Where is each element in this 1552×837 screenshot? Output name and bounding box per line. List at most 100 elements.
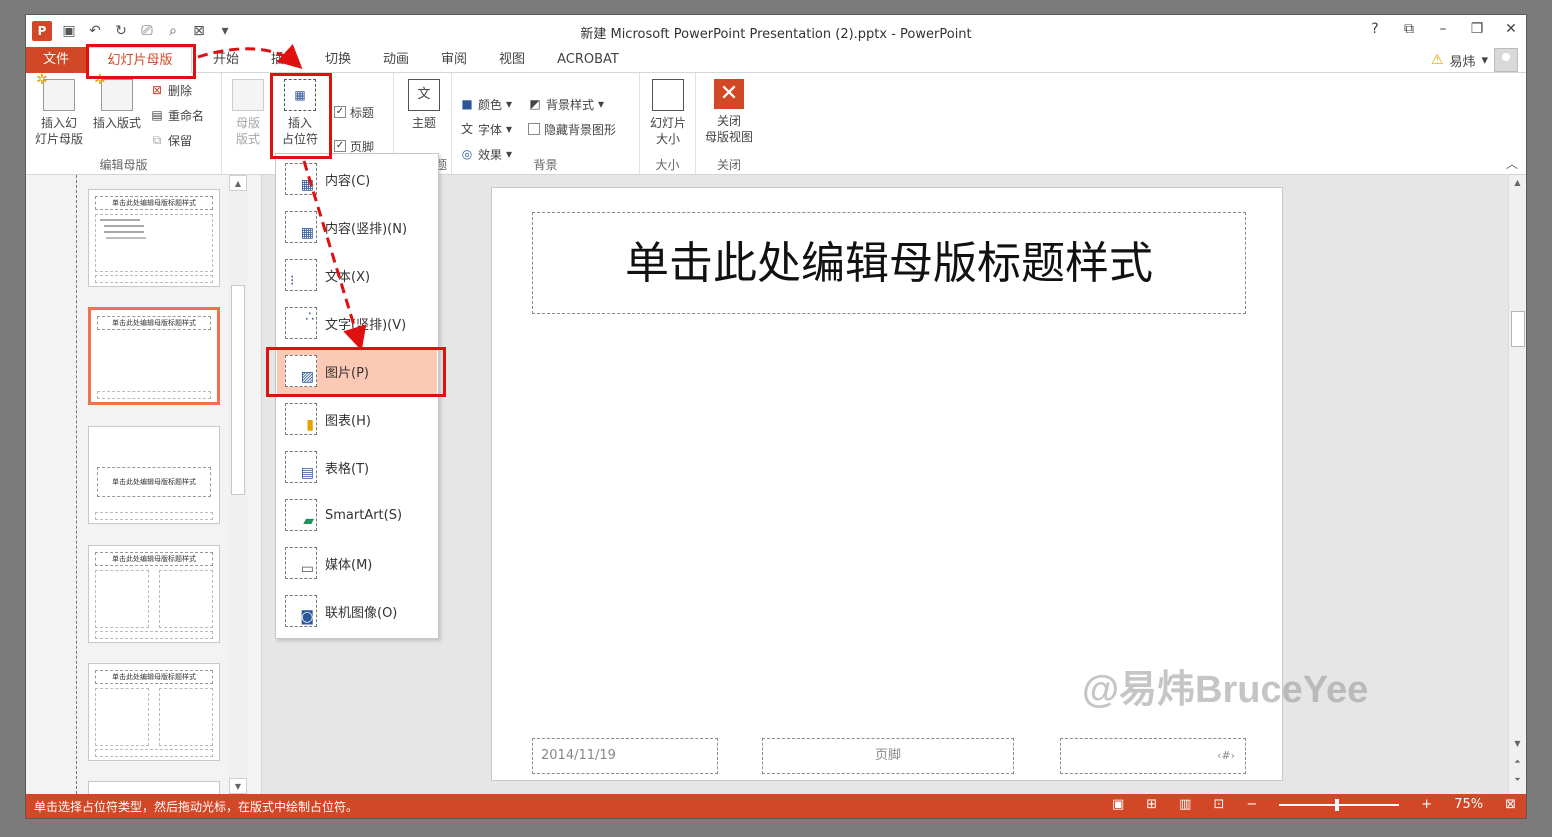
fonts-icon: 文 <box>460 122 473 136</box>
tab-review[interactable]: 审阅 <box>432 47 476 73</box>
menu-item-picture[interactable]: ▨ 图片(P) <box>277 348 437 394</box>
colors-icon: ■ <box>461 97 473 111</box>
close-window-button[interactable]: ✕ <box>1504 21 1518 37</box>
close-master-view-button[interactable]: ✕ 关闭 母版视图 <box>700 79 758 145</box>
restore-button[interactable]: ❐ <box>1470 21 1484 37</box>
fonts-button[interactable]: 文 字体 ▾ <box>460 120 512 138</box>
status-hint: 单击选择占位符类型，然后拖动光标，在版式中绘制占位符。 <box>34 800 359 814</box>
menu-item-text-vertical[interactable]: ∴ 文字(竖排)(V) <box>277 300 437 346</box>
user-name: 易炜 <box>1449 54 1476 70</box>
zoom-slider[interactable] <box>1279 798 1400 811</box>
status-controls: ▣ ⊞ ▥ ⊡ − + 75% ⊠ <box>1112 797 1516 812</box>
tab-insert[interactable]: 插入 <box>262 47 306 73</box>
user-account[interactable]: ⚠ 易炜 ▾ <box>1431 47 1518 73</box>
check-icon: ✓ <box>334 106 346 118</box>
zoom-in-icon[interactable]: + <box>1421 797 1432 812</box>
background-styles-icon: ◩ <box>529 97 541 111</box>
title-placeholder[interactable]: 单击此处编辑母版标题样式 <box>532 212 1246 314</box>
tab-animations[interactable]: 动画 <box>374 47 418 73</box>
zoom-level[interactable]: 75% <box>1454 797 1483 812</box>
thumbnail-two-content[interactable]: 单击此处编辑母版标题样式 <box>88 545 220 643</box>
close-icon: ✕ <box>714 79 744 109</box>
help-button[interactable]: ? <box>1368 21 1382 37</box>
background-styles-button[interactable]: ◩ 背景样式 ▾ <box>528 95 604 113</box>
normal-view-icon[interactable]: ▣ <box>1112 797 1124 812</box>
menu-item-content[interactable]: ▦ 内容(C) <box>277 156 437 202</box>
watermark: @易炜BruceYee <box>1082 669 1369 711</box>
slide-canvas[interactable]: 单击此处编辑母版标题样式 2014/11/19 页脚 ‹#› @易炜BruceY… <box>491 187 1368 781</box>
thumbnail-master[interactable]: 单击此处编辑母版标题样式 <box>88 189 220 287</box>
previous-slide-icon[interactable]: ⏶ <box>1509 754 1526 770</box>
thumbnail-scrollbar[interactable]: ▲ ▼ <box>229 175 247 794</box>
slide-sorter-icon[interactable]: ⊞ <box>1146 797 1157 812</box>
slide-master-icon <box>36 72 75 111</box>
group-label: 大小 <box>655 158 680 172</box>
check-icon: ✓ <box>334 140 346 152</box>
ribbon-tabs: 文件 幻灯片母版 开始 插入 切换 动画 审阅 视图 ACROBAT ⚠ 易炜 … <box>26 47 1526 74</box>
hide-background-checkbox[interactable]: 隐藏背景图形 <box>528 120 616 138</box>
fit-to-window-icon[interactable]: ⊠ <box>1505 797 1516 812</box>
theme-button[interactable]: 文 主题 <box>404 79 444 131</box>
group-label: 关闭 <box>716 158 741 172</box>
menu-item-table[interactable]: ▤ 表格(T) <box>277 444 437 490</box>
scroll-down-icon[interactable]: ▼ <box>229 778 247 794</box>
colors-button[interactable]: ■ 颜色 ▾ <box>460 95 512 113</box>
scroll-down-icon[interactable]: ▼ <box>1509 736 1526 752</box>
minimize-button[interactable]: – <box>1436 21 1450 37</box>
tab-transitions[interactable]: 切换 <box>316 47 360 73</box>
collapse-ribbon-icon[interactable]: ︿ <box>1506 155 1518 172</box>
slide-size-button[interactable]: 幻灯片 大小 <box>644 79 692 147</box>
reading-view-icon[interactable]: ▥ <box>1179 797 1191 812</box>
hierarchy-line <box>76 175 77 794</box>
slide-number-placeholder[interactable]: ‹#› <box>1060 738 1246 774</box>
smartart-icon: ▰ <box>285 499 317 531</box>
tab-slide-master[interactable]: 幻灯片母版 <box>88 47 192 74</box>
workspace: 单击此处编辑母版标题样式 单击此处编辑母版标题样式 单击此处编辑母版标题样式 单… <box>26 175 1526 801</box>
tab-home[interactable]: 开始 <box>204 47 248 73</box>
tab-file[interactable]: 文件 <box>26 47 86 73</box>
menu-item-media[interactable]: ▭ 媒体(M) <box>277 540 437 586</box>
chevron-down-icon: ▾ <box>506 97 513 111</box>
date-placeholder[interactable]: 2014/11/19 <box>532 738 718 774</box>
chevron-down-icon: ▾ <box>1481 52 1488 68</box>
menu-item-online-image[interactable]: ◙ 联机图像(O) <box>277 588 437 634</box>
scrollbar-thumb[interactable] <box>1511 311 1525 347</box>
main-scrollbar[interactable]: ▲ ▼ ⏶ ⏷ <box>1508 175 1526 794</box>
media-icon: ▭ <box>285 547 317 579</box>
thumbnail-section-header[interactable]: 单击此处编辑母版标题样式 <box>88 426 220 524</box>
slideshow-icon[interactable]: ⊡ <box>1213 797 1224 812</box>
thumbnail-pane: 单击此处编辑母版标题样式 单击此处编辑母版标题样式 单击此处编辑母版标题样式 单… <box>26 175 262 801</box>
text-icon: ⁝ <box>285 259 317 291</box>
tab-view[interactable]: 视图 <box>490 47 534 73</box>
scrollbar-thumb[interactable] <box>231 285 245 495</box>
master-layout-icon <box>232 79 264 111</box>
master-layout-button[interactable]: 母版 版式 <box>228 79 268 147</box>
menu-item-content-vertical[interactable]: ▦ 内容(竖排)(N) <box>277 204 437 250</box>
scroll-up-icon[interactable]: ▲ <box>229 175 247 191</box>
table-icon: ▤ <box>285 451 317 483</box>
avatar <box>1494 48 1518 72</box>
next-slide-icon[interactable]: ⏷ <box>1509 772 1526 788</box>
rename-button[interactable]: ▤ 重命名 <box>150 106 204 124</box>
slide-editing-area: 单击此处编辑母版标题样式 2014/11/19 页脚 ‹#› @易炜BruceY… <box>263 175 1508 794</box>
ribbon-display-button[interactable]: ⧉ <box>1402 21 1416 37</box>
insert-placeholder-button[interactable]: ▦ 插入 占位符 <box>272 79 328 147</box>
preserve-button[interactable]: ⧉ 保留 <box>150 131 192 149</box>
insert-layout-button[interactable]: 插入版式 <box>88 72 146 131</box>
theme-icon: 文 <box>408 79 440 111</box>
delete-button[interactable]: ⊠ 删除 <box>150 81 192 99</box>
slide-size-icon <box>652 79 684 111</box>
insert-slide-master-button[interactable]: 插入幻 灯片母版 <box>30 72 88 147</box>
thumbnail-comparison[interactable]: 单击此处编辑母版标题样式 <box>88 663 220 761</box>
checkbox-icon <box>528 123 540 135</box>
zoom-out-icon[interactable]: − <box>1246 797 1257 812</box>
picture-icon: ▨ <box>285 355 317 387</box>
footer-placeholder[interactable]: 页脚 <box>762 738 1014 774</box>
menu-item-chart[interactable]: ▮ 图表(H) <box>277 396 437 442</box>
tab-acrobat[interactable]: ACROBAT <box>548 47 628 73</box>
menu-item-text[interactable]: ⁝ 文本(X) <box>277 252 437 298</box>
thumbnail-title-only-selected[interactable]: 单击此处编辑母版标题样式 <box>88 307 220 405</box>
title-checkbox[interactable]: ✓ 标题 <box>334 103 374 121</box>
scroll-up-icon[interactable]: ▲ <box>1509 175 1526 191</box>
menu-item-smartart[interactable]: ▰ SmartArt(S) <box>277 492 437 538</box>
